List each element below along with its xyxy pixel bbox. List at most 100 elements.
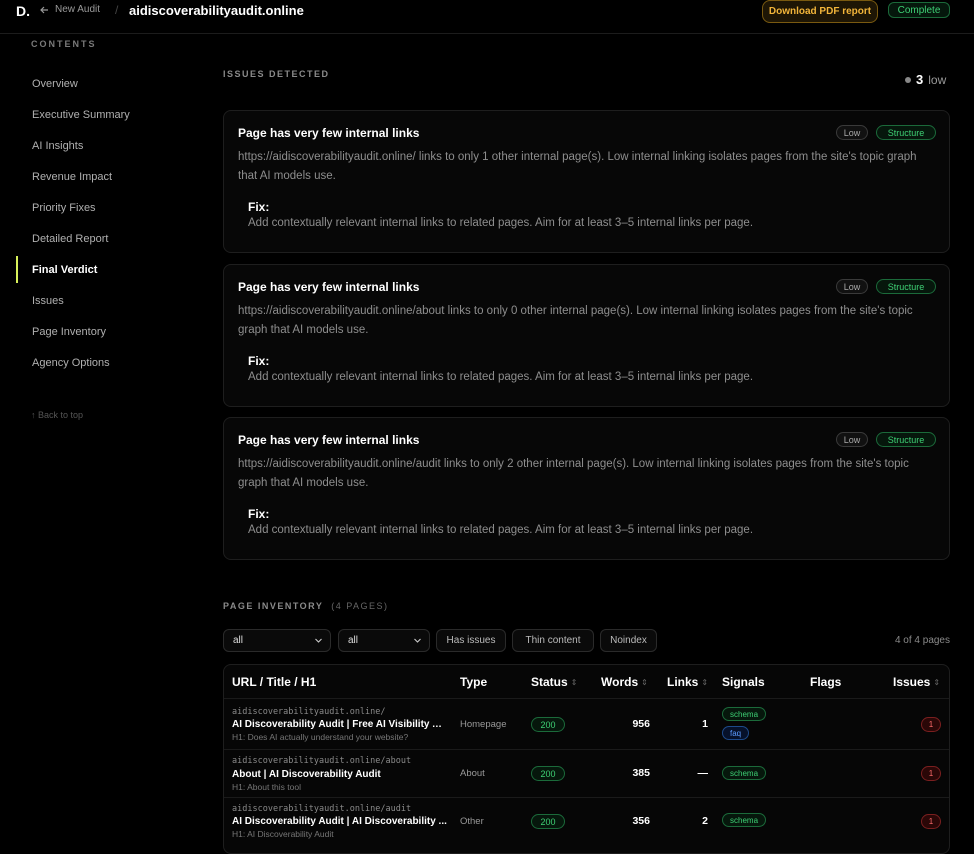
column-label: Issues bbox=[893, 675, 931, 689]
column-header-status[interactable]: Status ⇕ bbox=[531, 675, 577, 689]
has-issues-button[interactable]: Has issues bbox=[436, 629, 506, 652]
issues-count: 3 low bbox=[905, 72, 946, 87]
issue-title: Page has very few internal links bbox=[238, 126, 420, 140]
sidebar-item-priority-fixes[interactable]: Priority Fixes bbox=[0, 192, 200, 223]
row-links: — bbox=[697, 767, 709, 779]
row-h1: H1: AI Discoverability Audit bbox=[232, 829, 334, 839]
severity-badge: Low bbox=[836, 125, 868, 140]
sidebar-item-label: AI Insights bbox=[32, 139, 84, 152]
signal-badge-schema: schema bbox=[722, 766, 767, 780]
new-audit-label: New Audit bbox=[55, 4, 101, 15]
column-header-links[interactable]: Links ⇕ bbox=[667, 675, 708, 689]
row-words: 356 bbox=[632, 815, 650, 827]
issue-description: https://aidiscoverabilityaudit.online/ab… bbox=[238, 305, 913, 336]
severity-badge: Low bbox=[836, 279, 868, 294]
status-badge: 200 bbox=[531, 717, 565, 732]
row-title: AI Discoverability Audit | Free AI Visib… bbox=[232, 719, 447, 730]
column-header-issues[interactable]: Issues ⇕ bbox=[893, 675, 940, 689]
sidebar-item-final-verdict[interactable]: Final Verdict bbox=[0, 254, 200, 285]
issue-card: Page has very few internal links Low Str… bbox=[223, 110, 950, 253]
sidebar-item-overview[interactable]: Overview bbox=[0, 68, 200, 99]
sidebar-item-executive-summary[interactable]: Executive Summary bbox=[0, 99, 200, 130]
fix-text: Add contextually relevant internal links… bbox=[248, 524, 754, 536]
row-words: 385 bbox=[632, 767, 650, 779]
page-inventory-table: URL / Title / H1 Type Status ⇕ Words ⇕ Lin… bbox=[223, 664, 950, 854]
chevron-down-icon bbox=[315, 638, 322, 643]
status-filter-value: all bbox=[348, 635, 359, 646]
signal-badge-schema: schema bbox=[722, 707, 767, 721]
new-audit-link[interactable]: New Audit bbox=[40, 4, 100, 15]
contents-heading: CONTENTS bbox=[31, 39, 97, 49]
row-title: AI Discoverability Audit | AI Discoverab… bbox=[232, 816, 447, 827]
column-label: URL / Title / H1 bbox=[232, 675, 317, 689]
app-logo[interactable]: D. bbox=[16, 3, 30, 19]
noindex-button[interactable]: Noindex bbox=[600, 629, 657, 652]
category-badge: Structure bbox=[876, 279, 936, 294]
sort-icon: ⇕ bbox=[701, 677, 709, 687]
sidebar-item-agency-options[interactable]: Agency Options bbox=[0, 347, 200, 378]
arrow-left-icon bbox=[40, 6, 48, 13]
fix-text: Add contextually relevant internal links… bbox=[248, 217, 754, 229]
issue-title: Page has very few internal links bbox=[238, 280, 420, 294]
inventory-page-total: (4 PAGES) bbox=[331, 601, 389, 611]
status-filter-select[interactable]: all bbox=[338, 629, 430, 652]
status-badge: 200 bbox=[531, 814, 565, 829]
issue-description: https://aidiscoverabilityaudit.online/ l… bbox=[238, 151, 917, 182]
signal-badge-schema: schema bbox=[722, 813, 767, 827]
type-filter-select[interactable]: all bbox=[223, 629, 331, 652]
row-title: About | AI Discoverability Audit bbox=[232, 769, 381, 780]
sidebar-item-label: Final Verdict bbox=[32, 263, 98, 276]
issue-description: https://aidiscoverabilityaudit.online/au… bbox=[238, 458, 909, 489]
issue-title: Page has very few internal links bbox=[238, 433, 420, 447]
column-label: Status bbox=[531, 675, 568, 689]
sidebar-item-revenue-impact[interactable]: Revenue Impact bbox=[0, 161, 200, 192]
table-row[interactable]: aidiscoverabilityaudit.online/about Abou… bbox=[224, 749, 949, 797]
sidebar-item-label: Page Inventory bbox=[32, 325, 106, 338]
row-links: 1 bbox=[702, 718, 708, 730]
chevron-down-icon bbox=[414, 638, 421, 643]
sidebar-item-label: Priority Fixes bbox=[32, 201, 96, 214]
sort-icon: ⇕ bbox=[570, 677, 578, 687]
table-row[interactable]: aidiscoverabilityaudit.online/ AI Discov… bbox=[224, 698, 949, 749]
sort-icon: ⇕ bbox=[641, 677, 648, 687]
column-label: Flags bbox=[810, 675, 842, 689]
fix-label: Fix: bbox=[248, 354, 270, 368]
fix-label: Fix: bbox=[248, 200, 270, 214]
inventory-heading: PAGE INVENTORY (4 PAGES) bbox=[223, 601, 389, 611]
download-pdf-button[interactable]: Download PDF report bbox=[762, 0, 878, 23]
column-header-signals: Signals bbox=[722, 675, 765, 689]
thin-content-button[interactable]: Thin content bbox=[512, 629, 594, 652]
breadcrumb-separator: / bbox=[115, 3, 119, 17]
row-url[interactable]: aidiscoverabilityaudit.online/about bbox=[232, 756, 411, 766]
top-bar: D. New Audit / aidiscoverabilityaudit.on… bbox=[0, 0, 974, 34]
column-header-words[interactable]: Words ⇕ bbox=[601, 675, 648, 689]
sidebar-item-ai-insights[interactable]: AI Insights bbox=[0, 130, 200, 161]
row-h1: H1: Does AI actually understand your web… bbox=[232, 732, 409, 742]
sidebar-item-label: Executive Summary bbox=[32, 108, 130, 121]
category-badge: Structure bbox=[876, 125, 936, 140]
row-url[interactable]: aidiscoverabilityaudit.online/ bbox=[232, 707, 386, 717]
row-url[interactable]: aidiscoverabilityaudit.online/audit bbox=[232, 804, 411, 814]
sidebar-item-label: Overview bbox=[32, 77, 78, 90]
fix-text: Add contextually relevant internal links… bbox=[248, 371, 754, 383]
sidebar-item-label: Detailed Report bbox=[32, 232, 109, 245]
status-badge: 200 bbox=[531, 766, 565, 781]
back-to-top-link[interactable]: ↑ Back to top bbox=[31, 410, 83, 420]
sidebar-item-issues[interactable]: Issues bbox=[0, 285, 200, 316]
sidebar-item-label: Issues bbox=[32, 294, 64, 307]
issues-count-badge[interactable]: 1 bbox=[921, 814, 941, 829]
severity-badge: Low bbox=[836, 432, 868, 447]
column-label: Links bbox=[667, 675, 699, 689]
sidebar-item-page-inventory[interactable]: Page Inventory bbox=[0, 316, 200, 347]
issues-count-value: 3 bbox=[916, 72, 924, 87]
issues-count-badge[interactable]: 1 bbox=[921, 717, 941, 732]
sidebar-nav: Overview Executive Summary AI Insights R… bbox=[0, 68, 200, 378]
sidebar-item-detailed-report[interactable]: Detailed Report bbox=[0, 223, 200, 254]
column-label: Signals bbox=[722, 675, 765, 689]
table-row[interactable]: aidiscoverabilityaudit.online/audit AI D… bbox=[224, 797, 949, 847]
issues-count-badge[interactable]: 1 bbox=[921, 766, 941, 781]
severity-dot-icon bbox=[905, 76, 911, 83]
column-label: Words bbox=[601, 675, 639, 689]
row-type: Other bbox=[460, 816, 484, 827]
page-count: 4 of 4 pages bbox=[894, 635, 950, 646]
